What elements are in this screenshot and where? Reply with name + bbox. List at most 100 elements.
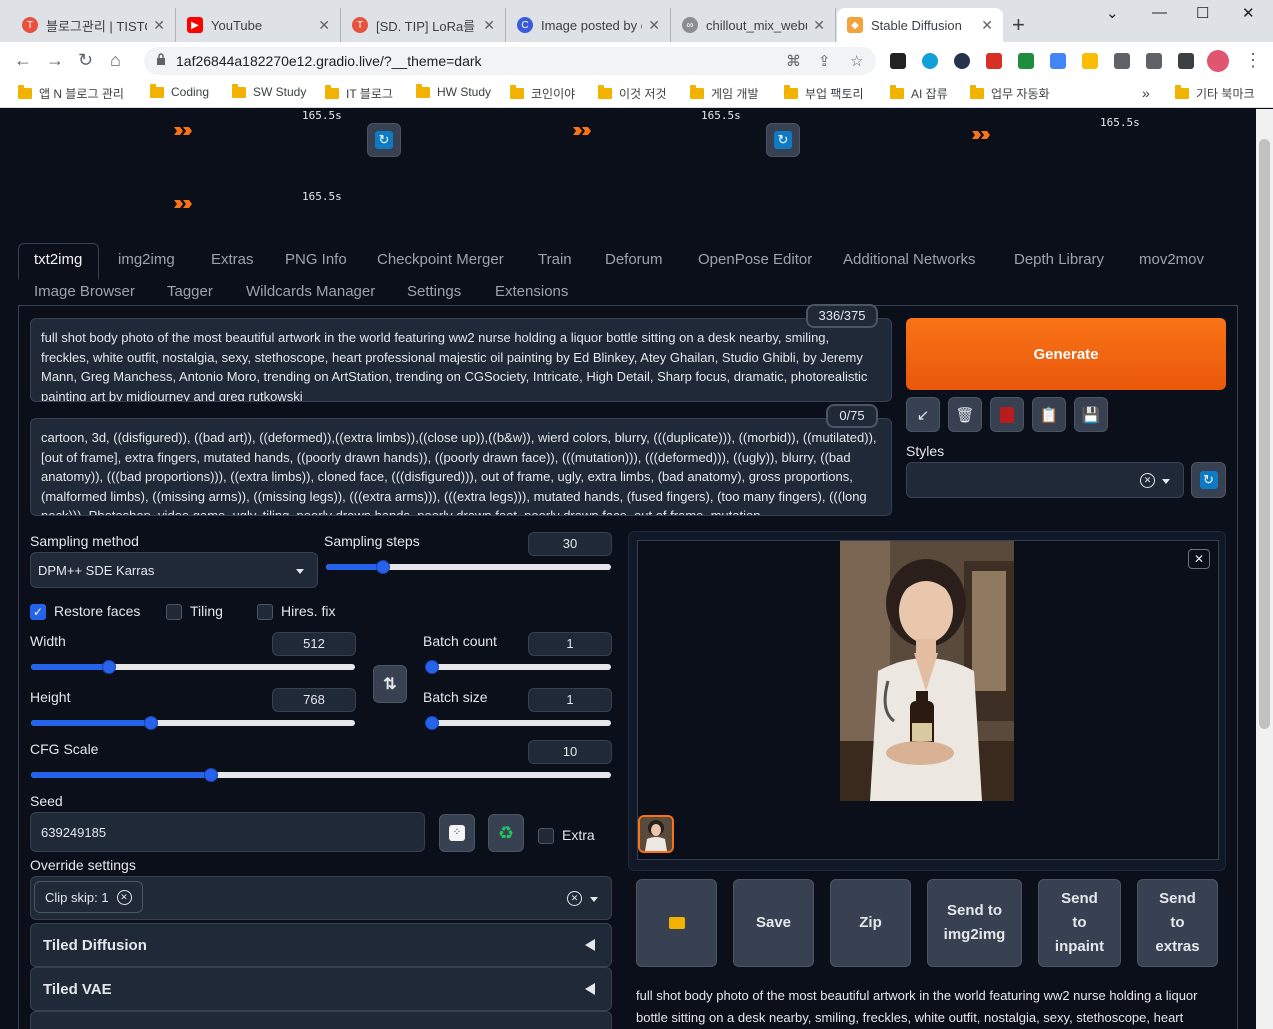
- send-to-inpaint-button[interactable]: Send to inpaint: [1038, 879, 1121, 967]
- send-to-img2img-button[interactable]: Send to img2img: [927, 879, 1022, 967]
- batch-count-input[interactable]: 1: [528, 632, 612, 656]
- page-scrollbar[interactable]: [1256, 109, 1273, 1029]
- browser-tab[interactable]: T 블로그관리 | TISTO ✕: [12, 8, 176, 42]
- swap-dimensions-button[interactable]: ⇅: [373, 665, 407, 703]
- chevron-down-icon[interactable]: ⌄: [1106, 4, 1119, 22]
- close-tab-icon[interactable]: ✕: [318, 17, 330, 34]
- bookmark-folder[interactable]: SW Study: [232, 83, 306, 99]
- extra-seed-checkbox[interactable]: [538, 828, 554, 844]
- bookmark-folder[interactable]: 부업 팩토리: [784, 85, 864, 102]
- clear-icon[interactable]: ✕: [567, 891, 582, 906]
- close-tab-icon[interactable]: ✕: [483, 17, 495, 34]
- more-menu-icon[interactable]: ⋮: [1244, 50, 1262, 71]
- extensions-puzzle-icon[interactable]: [1146, 53, 1162, 69]
- gallery-thumbnail[interactable]: [638, 815, 674, 853]
- browser-tab[interactable]: T [SD. TIP] LoRa를 실 ✕: [342, 8, 506, 42]
- height-input[interactable]: 768: [272, 688, 356, 712]
- tab-txt2img[interactable]: txt2img: [18, 243, 100, 280]
- bookmark-folder[interactable]: AI 잡류: [890, 85, 948, 102]
- next-accordion[interactable]: [30, 1011, 612, 1029]
- tab-deforum[interactable]: Deforum: [605, 251, 663, 268]
- tab-extensions[interactable]: Extensions: [495, 283, 568, 300]
- styles-refresh-button[interactable]: ↻: [1191, 462, 1226, 498]
- refresh-button[interactable]: ↻: [766, 123, 800, 157]
- extension-cube-icon[interactable]: [1050, 53, 1066, 69]
- other-bookmarks-folder[interactable]: 기타 북마크: [1175, 85, 1255, 102]
- clear-icon[interactable]: ✕: [1140, 473, 1155, 488]
- bookmark-folder[interactable]: 업무 자동화: [970, 85, 1050, 102]
- browser-tab-active[interactable]: ◆ Stable Diffusion ✕: [837, 8, 1003, 42]
- minimize-button[interactable]: —: [1152, 4, 1167, 21]
- bookmark-folder[interactable]: HW Study: [416, 83, 491, 99]
- extension-shield-icon[interactable]: [986, 53, 1002, 69]
- width-slider[interactable]: [31, 660, 355, 674]
- slider-handle[interactable]: [425, 716, 439, 730]
- tab-png-info[interactable]: PNG Info: [285, 251, 347, 268]
- tiled-diffusion-accordion[interactable]: Tiled Diffusion: [30, 923, 612, 967]
- tab-tagger[interactable]: Tagger: [167, 283, 213, 300]
- bookmark-folder[interactable]: 코인이야: [510, 85, 575, 102]
- more-bookmarks-chevron[interactable]: »: [1142, 85, 1150, 101]
- tab-train[interactable]: Train: [538, 251, 572, 268]
- tab-additional-networks[interactable]: Additional Networks: [843, 251, 976, 268]
- sampling-steps-input[interactable]: 30: [528, 532, 612, 556]
- new-tab-button[interactable]: +: [1012, 12, 1025, 38]
- tab-extras[interactable]: Extras: [211, 251, 254, 268]
- generated-image[interactable]: [840, 541, 1014, 801]
- override-chip[interactable]: Clip skip: 1 ✕: [34, 881, 143, 913]
- prompt-textarea[interactable]: full shot body photo of the most beautif…: [30, 318, 892, 402]
- tab-settings[interactable]: Settings: [407, 283, 461, 300]
- extension-b-icon[interactable]: [890, 53, 906, 69]
- slider-handle[interactable]: [144, 716, 158, 730]
- tab-depth-library[interactable]: Depth Library: [1014, 251, 1104, 268]
- extension-stack-icon[interactable]: [1082, 53, 1098, 69]
- trash-icon[interactable]: 🗑: [948, 397, 982, 432]
- hires-fix-checkbox[interactable]: [257, 604, 273, 620]
- bookmark-folder[interactable]: 이것 저것: [598, 85, 667, 102]
- tab-img2img[interactable]: img2img: [118, 251, 175, 268]
- bookmark-folder[interactable]: 앱 N 블로그 관리: [18, 85, 124, 102]
- tiling-checkbox[interactable]: [166, 604, 182, 620]
- open-folder-button[interactable]: [636, 879, 717, 967]
- close-window-button[interactable]: ✕: [1242, 4, 1255, 22]
- extension-bolt-icon[interactable]: [954, 53, 970, 69]
- restore-faces-checkbox[interactable]: ✓: [30, 604, 46, 620]
- generate-button[interactable]: Generate: [906, 318, 1226, 390]
- forward-arrow-icon[interactable]: →: [46, 50, 64, 71]
- save-style-icon[interactable]: 💾: [1074, 397, 1108, 432]
- close-tab-icon[interactable]: ✕: [648, 17, 660, 34]
- refresh-button[interactable]: ↻: [367, 123, 401, 157]
- width-input[interactable]: 512: [272, 632, 356, 656]
- star-icon[interactable]: ☆: [850, 52, 863, 70]
- batch-count-slider[interactable]: [425, 660, 611, 674]
- tiled-vae-accordion[interactable]: Tiled VAE: [30, 967, 612, 1011]
- home-icon[interactable]: ⌂: [110, 50, 121, 71]
- translate-icon[interactable]: ⌘: [786, 52, 801, 70]
- tab-checkpoint-merger[interactable]: Checkpoint Merger: [377, 251, 504, 268]
- reload-icon[interactable]: ↻: [78, 50, 93, 71]
- share-icon[interactable]: ⇪: [818, 52, 831, 70]
- avatar[interactable]: [1207, 50, 1229, 72]
- tab-wildcards-manager[interactable]: Wildcards Manager: [246, 283, 375, 300]
- extension-tab-icon[interactable]: [1114, 53, 1130, 69]
- model-card-icon[interactable]: [990, 397, 1024, 432]
- close-tab-icon[interactable]: ✕: [153, 17, 165, 34]
- slider-handle[interactable]: [425, 660, 439, 674]
- cfg-scale-slider[interactable]: [31, 768, 611, 782]
- styles-dropdown[interactable]: ✕: [906, 462, 1184, 498]
- bookmark-folder[interactable]: Coding: [150, 83, 209, 99]
- back-arrow-icon[interactable]: ←: [14, 50, 32, 71]
- clipboard-icon[interactable]: 📋: [1032, 397, 1066, 432]
- bookmark-folder[interactable]: 게임 개발: [690, 85, 759, 102]
- cfg-scale-input[interactable]: 10: [528, 740, 612, 764]
- batch-size-slider[interactable]: [425, 716, 611, 730]
- side-panel-icon[interactable]: [1178, 53, 1194, 69]
- close-preview-icon[interactable]: ✕: [1188, 549, 1210, 569]
- sampling-method-dropdown[interactable]: DPM++ SDE Karras: [30, 552, 318, 588]
- negative-prompt-textarea[interactable]: cartoon, 3d, ((disfigured)), ((bad art))…: [30, 418, 892, 516]
- height-slider[interactable]: [31, 716, 355, 730]
- tab-image-browser[interactable]: Image Browser: [34, 283, 135, 300]
- bookmark-folder[interactable]: IT 블로그: [325, 85, 393, 102]
- recycle-icon[interactable]: ♻: [488, 814, 524, 852]
- maximize-button[interactable]: ☐: [1196, 4, 1209, 22]
